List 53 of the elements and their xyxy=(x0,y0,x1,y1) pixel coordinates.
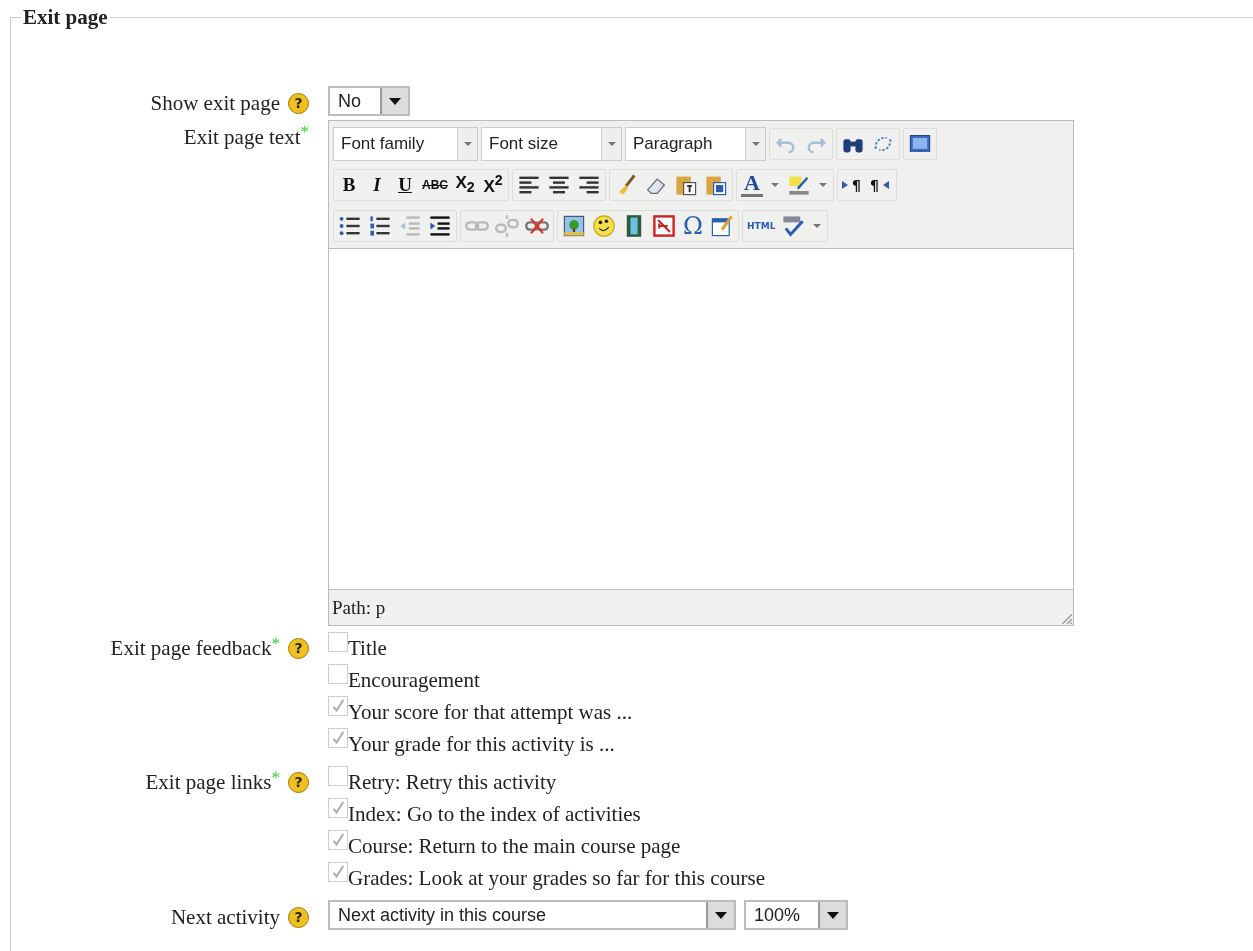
checkbox-label: Your grade for this activity is ... xyxy=(348,731,615,758)
required-marker: * xyxy=(271,634,280,653)
resize-grip-icon[interactable] xyxy=(1059,611,1073,625)
checkbox-label: Grades: Look at your grades so far for this course xyxy=(348,865,765,892)
field-label: Next activity xyxy=(170,904,280,930)
help-icon[interactable]: ? xyxy=(288,906,309,928)
html-source-button[interactable]: HTML xyxy=(747,220,776,231)
right-to-left-button[interactable]: ¶ xyxy=(870,176,892,193)
checkbox-label: Retry: Retry this activity xyxy=(348,769,557,796)
checkbox[interactable] xyxy=(328,728,348,748)
checkbox-label: Your score for that attempt was ... xyxy=(348,699,633,726)
spellcheck-icon[interactable] xyxy=(781,213,806,238)
pencil-table-icon[interactable] xyxy=(710,213,734,238)
numbered-list-icon[interactable] xyxy=(368,213,392,238)
field-label: Exit page feedback xyxy=(110,635,272,661)
checkbox[interactable] xyxy=(328,766,348,786)
special-character-button[interactable]: Ω xyxy=(682,211,704,240)
help-icon[interactable]: ? xyxy=(288,637,309,659)
indent-icon[interactable] xyxy=(428,213,452,238)
checkbox[interactable] xyxy=(328,664,348,684)
left-to-right-button[interactable]: ¶ xyxy=(842,176,864,193)
percent-select[interactable]: 100% xyxy=(744,900,848,930)
element-path: Path: p xyxy=(332,596,386,620)
font-family-select[interactable]: Font family xyxy=(333,126,478,161)
checkbox[interactable] xyxy=(328,798,348,818)
checkbox-label: Title xyxy=(348,635,387,662)
next-activity-select[interactable]: Next activity in this course xyxy=(328,900,736,930)
help-icon[interactable]: ? xyxy=(288,92,309,114)
help-icon[interactable]: ? xyxy=(288,771,309,793)
bold-button[interactable]: B xyxy=(338,173,360,196)
font-size-select[interactable]: Font size xyxy=(481,126,622,161)
font-color-button[interactable]: A xyxy=(741,172,763,197)
show-exit-select[interactable]: No xyxy=(328,86,410,116)
italic-button[interactable]: I xyxy=(366,173,388,196)
underline-button[interactable]: U xyxy=(394,173,416,196)
subscript-button[interactable]: X$_{2}$ xyxy=(454,173,476,196)
required-marker: * xyxy=(271,768,280,788)
required-marker: * xyxy=(300,122,309,141)
checkbox-label: Index: Go to the index of activities xyxy=(348,801,641,828)
checkbox[interactable] xyxy=(328,830,348,850)
checkbox[interactable] xyxy=(328,696,348,716)
image-icon[interactable] xyxy=(562,213,586,238)
field-label: Exit page links xyxy=(145,769,272,795)
checkbox-label: Encouragement xyxy=(348,667,480,694)
field-label: Show exit page xyxy=(150,90,280,116)
checkbox[interactable] xyxy=(328,862,348,882)
checkbox[interactable] xyxy=(328,632,348,652)
field-label: Exit page text xyxy=(183,124,301,150)
smiley-icon[interactable] xyxy=(592,213,616,238)
format-select[interactable]: Paragraph xyxy=(625,126,766,161)
superscript-button[interactable]: X$^{2}$ xyxy=(482,172,504,197)
strikethrough-button[interactable]: ABC xyxy=(422,177,448,192)
checkbox-label: Course: Return to the main course page xyxy=(348,833,681,860)
